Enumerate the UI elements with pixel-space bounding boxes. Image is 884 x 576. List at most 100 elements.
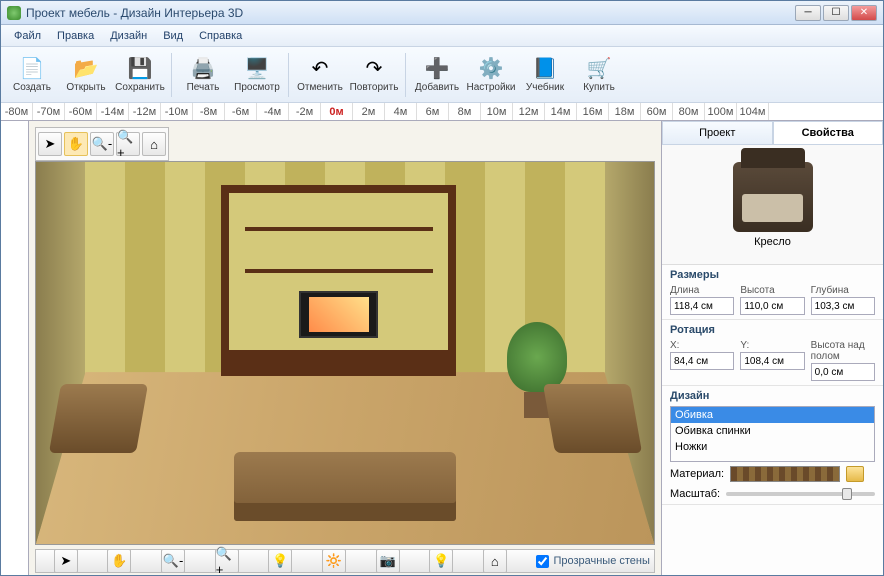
ruler-tick: 80м bbox=[673, 103, 705, 120]
transparent-walls-checkbox[interactable] bbox=[536, 555, 549, 568]
app-window: Проект мебель - Дизайн Интерьера 3D ─ ☐ … bbox=[0, 0, 884, 576]
minimize-button[interactable]: ─ bbox=[795, 5, 821, 21]
scale-slider[interactable] bbox=[726, 492, 875, 496]
tutorial-button[interactable]: 📘Учебник bbox=[520, 51, 570, 99]
menu-design[interactable]: Дизайн bbox=[103, 28, 154, 44]
ruler-tick: -4м bbox=[257, 103, 289, 120]
furniture-sofa[interactable] bbox=[234, 452, 456, 521]
menu-edit[interactable]: Правка bbox=[50, 28, 101, 44]
titlebar: Проект мебель - Дизайн Интерьера 3D ─ ☐ … bbox=[1, 1, 883, 25]
close-button[interactable]: ✕ bbox=[851, 5, 877, 21]
save-button[interactable]: 💾Сохранить bbox=[115, 51, 165, 99]
settings-button[interactable]: ⚙️Настройки bbox=[466, 51, 516, 99]
home-tool[interactable]: ⌂ bbox=[142, 132, 166, 156]
ruler-horizontal: -80м-70м-60м-14м-12м-10м-8м-6м-4м-2м0м2м… bbox=[1, 103, 883, 121]
ruler-tick: 16м bbox=[577, 103, 609, 120]
app-icon bbox=[7, 6, 21, 20]
design-title: Дизайн bbox=[670, 390, 875, 402]
design-item-upholstery[interactable]: Обивка bbox=[671, 407, 874, 423]
menu-file[interactable]: Файл bbox=[7, 28, 48, 44]
bulb-tool[interactable]: 💡 bbox=[429, 549, 453, 573]
rotation-section: Ротация X: Y: Высота над полом bbox=[662, 320, 883, 386]
height-input[interactable] bbox=[740, 297, 804, 315]
y-input[interactable] bbox=[740, 352, 804, 370]
length-input[interactable] bbox=[670, 297, 734, 315]
scale-label: Масштаб: bbox=[670, 488, 720, 500]
shelf-frame bbox=[221, 185, 456, 376]
ruler-tick: 60м bbox=[641, 103, 673, 120]
depth-label: Глубина bbox=[811, 285, 875, 296]
tab-project[interactable]: Проект bbox=[662, 121, 773, 144]
preview-label: Кресло bbox=[754, 236, 791, 248]
transparent-walls-toggle[interactable]: Прозрачные стены bbox=[536, 555, 649, 568]
rotation-title: Ротация bbox=[670, 324, 875, 336]
ruler-tick: 0м bbox=[321, 103, 353, 120]
dimensions-section: Размеры Длина Высота Глубина bbox=[662, 265, 883, 320]
pan-tool[interactable]: ✋ bbox=[64, 132, 88, 156]
furniture-armchair-right[interactable] bbox=[543, 384, 642, 453]
design-item-legs[interactable]: Ножки bbox=[671, 439, 874, 455]
undo-icon: ↶ bbox=[308, 56, 332, 80]
light-tool[interactable]: 💡 bbox=[268, 549, 292, 573]
furniture-shelf[interactable] bbox=[221, 185, 456, 376]
y-label: Y: bbox=[740, 340, 804, 351]
print-icon: 🖨️ bbox=[191, 56, 215, 80]
furniture-armchair-left[interactable] bbox=[48, 384, 147, 453]
ruler-tick: 4м bbox=[385, 103, 417, 120]
x-input[interactable] bbox=[670, 352, 734, 370]
create-button[interactable]: 📄Создать bbox=[7, 51, 57, 99]
zoom-in-b[interactable]: 🔍+ bbox=[215, 549, 239, 573]
design-item-back[interactable]: Обивка спинки bbox=[671, 423, 874, 439]
viewport-3d[interactable] bbox=[35, 161, 655, 545]
main-toolbar: 📄Создать 📂Открыть 💾Сохранить 🖨️Печать 🖥️… bbox=[1, 47, 883, 103]
ruler-tick: 18м bbox=[609, 103, 641, 120]
pan-tool-b[interactable]: ✋ bbox=[107, 549, 131, 573]
folder-open-icon: 📂 bbox=[74, 56, 98, 80]
add-button[interactable]: ➕Добавить bbox=[412, 51, 462, 99]
redo-button[interactable]: ↷Повторить bbox=[349, 51, 399, 99]
ruler-tick: -70м bbox=[33, 103, 65, 120]
print-button[interactable]: 🖨️Печать bbox=[178, 51, 228, 99]
view-button[interactable]: 🖥️Просмотр bbox=[232, 51, 282, 99]
window-title: Проект мебель - Дизайн Интерьера 3D bbox=[26, 6, 795, 20]
dimensions-title: Размеры bbox=[670, 269, 875, 281]
menu-help[interactable]: Справка bbox=[192, 28, 249, 44]
pointer-tool[interactable]: ➤ bbox=[38, 132, 62, 156]
furniture-tv[interactable] bbox=[299, 291, 378, 338]
maximize-button[interactable]: ☐ bbox=[823, 5, 849, 21]
tab-properties[interactable]: Свойства bbox=[773, 121, 884, 144]
bottom-toolbar: ➤ ✋ 🔍- 🔍+ 💡 🔆 📷 💡 ⌂ Прозрачные стены bbox=[35, 549, 655, 573]
object-preview: Кресло bbox=[662, 145, 883, 265]
light2-tool[interactable]: 🔆 bbox=[322, 549, 346, 573]
ruler-vertical bbox=[1, 121, 29, 575]
menu-view[interactable]: Вид bbox=[156, 28, 190, 44]
design-list[interactable]: Обивка Обивка спинки Ножки bbox=[670, 406, 875, 462]
undo-button[interactable]: ↶Отменить bbox=[295, 51, 345, 99]
view-toolbar: ➤ ✋ 🔍- 🔍+ ⌂ bbox=[35, 127, 169, 161]
home-tool-b[interactable]: ⌂ bbox=[483, 549, 507, 573]
zoom-in-tool[interactable]: 🔍+ bbox=[116, 132, 140, 156]
transparent-walls-label: Прозрачные стены bbox=[553, 555, 649, 567]
z-input[interactable] bbox=[811, 363, 875, 381]
properties-panel: Проект Свойства Кресло Размеры Длина Выс… bbox=[661, 121, 883, 575]
ruler-tick: -8м bbox=[193, 103, 225, 120]
open-button[interactable]: 📂Открыть bbox=[61, 51, 111, 99]
save-icon: 💾 bbox=[128, 56, 152, 80]
camera-tool[interactable]: 📷 bbox=[376, 549, 400, 573]
slider-thumb[interactable] bbox=[842, 488, 852, 500]
new-icon: 📄 bbox=[20, 56, 44, 80]
monitor-icon: 🖥️ bbox=[245, 56, 269, 80]
ruler-tick: 6м bbox=[417, 103, 449, 120]
menubar: Файл Правка Дизайн Вид Справка bbox=[1, 25, 883, 47]
book-icon: 📘 bbox=[533, 56, 557, 80]
zoom-out-tool[interactable]: 🔍- bbox=[90, 132, 114, 156]
design-section: Дизайн Обивка Обивка спинки Ножки Матери… bbox=[662, 386, 883, 505]
browse-material-button[interactable] bbox=[846, 466, 864, 482]
ruler-tick: -60м bbox=[65, 103, 97, 120]
pointer-tool-b[interactable]: ➤ bbox=[54, 549, 78, 573]
buy-button[interactable]: 🛒Купить bbox=[574, 51, 624, 99]
zoom-out-b[interactable]: 🔍- bbox=[161, 549, 185, 573]
material-swatch[interactable] bbox=[730, 466, 840, 482]
depth-input[interactable] bbox=[811, 297, 875, 315]
canvas-area[interactable]: ➤ ✋ 🔍- 🔍+ ⌂ bbox=[29, 121, 661, 575]
